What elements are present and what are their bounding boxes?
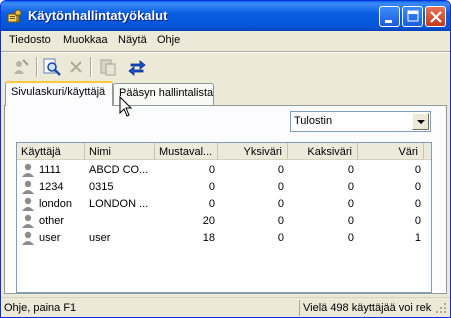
cell-color: 0 — [414, 215, 421, 227]
status-user-capacity: Vielä 498 käyttäjää voi reki — [299, 300, 432, 316]
mouse-cursor-icon — [119, 96, 133, 117]
view-select-value: Tulostin — [294, 115, 333, 127]
menu-help[interactable]: Ohje — [157, 34, 180, 46]
column-header-single-color[interactable]: Yksiväri — [218, 143, 288, 160]
cell-color: 0 — [414, 164, 421, 176]
column-header-color[interactable]: Väri — [358, 143, 424, 160]
title-bar[interactable]: Käytönhallintatyökalut — [1, 1, 450, 31]
tab-page-counter[interactable]: Sivulaskuri/käyttäjä — [5, 81, 113, 106]
search-icon — [43, 58, 61, 76]
column-header-user[interactable]: Käyttäjä — [17, 143, 85, 160]
column-header-two-color[interactable]: Kaksiväri — [288, 143, 358, 160]
cell-single-color: 0 — [277, 198, 284, 210]
dropdown-button[interactable] — [412, 113, 429, 130]
cell-user: 1111 — [39, 164, 62, 176]
cell-mono: 0 — [208, 164, 215, 176]
app-window: Käytönhallintatyökalut Tiedosto Muokkaa … — [0, 0, 451, 318]
cell-user: user — [39, 232, 61, 244]
tab-page-counter-label: Sivulaskuri/käyttäjä — [11, 86, 106, 98]
user-edit-button[interactable] — [10, 56, 32, 78]
app-icon — [7, 9, 22, 23]
cell-mono: 0 — [208, 198, 215, 210]
cell-name: 0315 — [89, 181, 114, 193]
menu-bar: Tiedosto Muokkaa Näytä Ohje — [1, 31, 450, 51]
cell-two-color: 0 — [347, 198, 354, 210]
list-header: Käyttäjä Nimi Mustaval... Yksiväri Kaksi… — [17, 143, 431, 160]
close-icon — [430, 11, 442, 23]
delete-icon — [70, 61, 82, 73]
minimize-icon — [385, 20, 392, 23]
user-icon — [22, 214, 34, 228]
user-icon — [22, 231, 34, 245]
cell-two-color: 0 — [347, 164, 354, 176]
maximize-button[interactable] — [402, 6, 423, 27]
cell-user: other — [39, 215, 65, 227]
cell-single-color: 0 — [277, 232, 284, 244]
close-button[interactable] — [425, 6, 446, 27]
user-list[interactable]: Käyttäjä Nimi Mustaval... Yksiväri Kaksi… — [16, 142, 432, 293]
user-icon — [22, 180, 34, 194]
view-select[interactable]: Tulostin — [290, 111, 431, 132]
toolbar-separator — [36, 57, 38, 77]
chevron-down-icon — [417, 120, 425, 124]
table-row[interactable]: 1234 0315 0 0 0 0 — [17, 178, 431, 196]
cell-color: 1 — [414, 232, 421, 244]
table-row[interactable]: london LONDON ... 0 0 0 0 — [17, 195, 431, 213]
cell-two-color: 0 — [347, 215, 354, 227]
cell-single-color: 0 — [277, 181, 284, 193]
cell-two-color: 0 — [347, 181, 354, 193]
cell-single-color: 0 — [277, 215, 284, 227]
menu-view[interactable]: Näytä — [118, 34, 147, 46]
cell-color: 0 — [414, 198, 421, 210]
refresh-button[interactable] — [126, 56, 148, 78]
resize-grip-icon[interactable] — [434, 301, 448, 315]
cell-single-color: 0 — [277, 164, 284, 176]
cell-user: london — [39, 198, 73, 210]
cell-two-color: 0 — [347, 232, 354, 244]
column-header-mono[interactable]: Mustaval... — [155, 143, 218, 160]
search-button[interactable] — [41, 56, 63, 78]
paste-button[interactable] — [97, 56, 119, 78]
cell-name: user — [89, 232, 111, 244]
table-row[interactable]: user user 18 0 0 1 — [17, 229, 431, 247]
maximize-icon — [407, 10, 419, 22]
cell-name: ABCD CO... — [89, 164, 149, 176]
window-title: Käytönhallintatyökalut — [28, 8, 168, 23]
column-header-name[interactable]: Nimi — [85, 143, 155, 160]
toolbar — [1, 53, 450, 81]
toolbar-separator-2 — [90, 57, 92, 77]
cell-color: 0 — [414, 181, 421, 193]
cell-mono: 0 — [208, 181, 215, 193]
menu-file[interactable]: Tiedosto — [9, 34, 51, 46]
cell-mono: 20 — [202, 215, 215, 227]
user-icon — [22, 163, 34, 177]
user-edit-icon — [14, 59, 29, 74]
cell-name: LONDON ... — [89, 198, 149, 210]
menu-edit[interactable]: Muokkaa — [63, 34, 108, 46]
cell-mono: 18 — [202, 232, 215, 244]
minimize-button[interactable] — [379, 6, 400, 27]
status-bar: Ohje, paina F1 Vielä 498 käyttäjää voi r… — [1, 297, 450, 317]
paste-icon — [100, 59, 116, 76]
table-row[interactable]: other 20 0 0 0 — [17, 212, 431, 230]
refresh-icon — [128, 60, 146, 76]
tab-access-control-label: Pääsyn hallintalista — [119, 87, 214, 99]
cell-user: 1234 — [39, 181, 64, 193]
user-icon — [22, 197, 34, 211]
status-help-text: Ohje, paina F1 — [4, 302, 77, 314]
table-row[interactable]: 1111 ABCD CO... 0 0 0 0 — [17, 161, 431, 179]
delete-button[interactable] — [65, 56, 87, 78]
